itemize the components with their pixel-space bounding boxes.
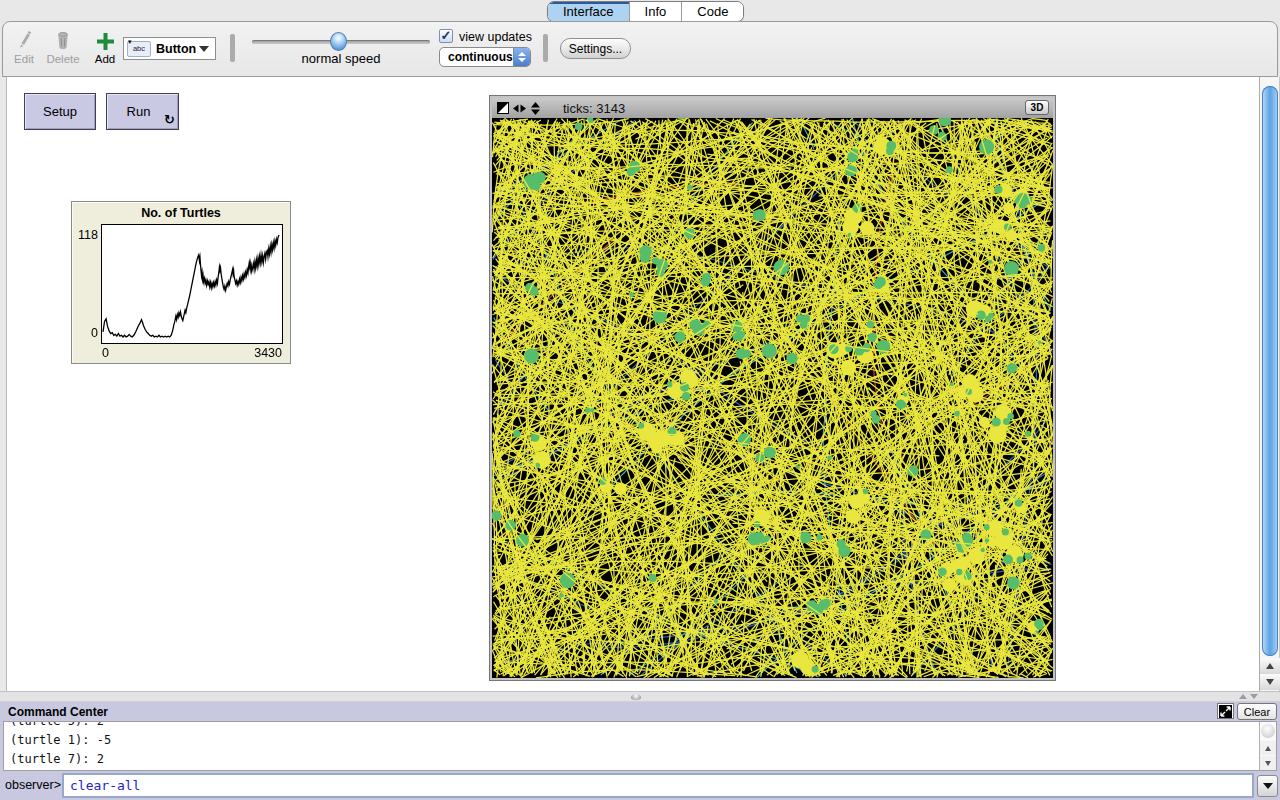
settings-button[interactable]: Settings... [560, 38, 631, 59]
splitter-arrows-icon[interactable] [1239, 694, 1258, 699]
tab-code[interactable]: Code [682, 2, 743, 21]
plus-icon [90, 28, 120, 50]
update-mode-value: continuous [440, 50, 513, 64]
chevron-down-icon [199, 46, 209, 52]
view-updates-checkbox[interactable]: ✓ [439, 29, 453, 43]
trash-icon [44, 28, 82, 50]
plot-widget[interactable]: No. of Turtles 118 0 0 3430 [71, 201, 291, 364]
output-scrollbar[interactable] [1259, 722, 1276, 770]
scroll-up-button[interactable] [1260, 658, 1280, 674]
plot-line-canvas [102, 225, 282, 343]
vertical-scrollbar[interactable] [1259, 77, 1280, 691]
command-output[interactable]: (turtle 5): 2(turtle 1): -5(turtle 7): 2 [3, 721, 1277, 771]
update-mode-dropdown[interactable]: continuous [439, 47, 531, 67]
add-button[interactable]: Add [90, 28, 120, 65]
tab-interface[interactable]: Interface [548, 2, 630, 21]
speed-slider-thumb[interactable] [330, 32, 347, 51]
scroll-down-button[interactable] [1260, 674, 1280, 690]
output-scroll-down[interactable] [1260, 756, 1276, 770]
tab-info[interactable]: Info [630, 2, 683, 21]
horizontal-arrows-icon [513, 103, 526, 114]
setup-button-label: Setup [43, 104, 77, 119]
ticks-counter: ticks: 3143 [563, 101, 625, 116]
command-history-dropdown[interactable] [1257, 775, 1278, 797]
toolbar-separator [543, 34, 548, 62]
vertical-arrows-icon [530, 102, 541, 115]
toolbar: Edit Delete Add ▾abc Button normal speed… [2, 21, 1278, 77]
down-arrow-icon [1266, 679, 1274, 685]
stepper-icon [513, 48, 530, 66]
plot-title: No. of Turtles [72, 206, 290, 220]
world-view[interactable]: ticks: 3143 3D [489, 95, 1056, 681]
delete-button[interactable]: Delete [44, 28, 82, 65]
abc-button-icon: ▾abc [127, 41, 151, 57]
speed-slider-label: normal speed [252, 51, 430, 66]
plot-y-max: 118 [72, 228, 98, 242]
world-canvas[interactable] [492, 118, 1053, 678]
clear-button[interactable]: Clear [1237, 703, 1277, 720]
plot-y-min: 0 [72, 326, 98, 340]
pane-splitter[interactable] [0, 691, 1280, 702]
edit-button[interactable]: Edit [9, 28, 39, 65]
command-input-value: clear-all [64, 778, 140, 793]
up-arrow-icon [1266, 663, 1274, 669]
plot-area [101, 224, 283, 344]
view-updates-label: view updates [459, 30, 532, 44]
history-arrow-icon [1263, 783, 1273, 789]
command-center: Command Center Clear (turtle 5): 2(turtl… [0, 702, 1280, 800]
view-3d-button[interactable]: 3D [1025, 100, 1049, 115]
delete-label: Delete [44, 53, 82, 65]
observer-prompt: observer> [5, 778, 61, 792]
edit-label: Edit [9, 53, 39, 65]
scrollbar-thumb[interactable] [1262, 86, 1278, 656]
plot-x-min: 0 [102, 346, 109, 360]
run-button[interactable]: Run ↻ [106, 93, 179, 130]
command-input[interactable]: clear-all [62, 773, 1254, 798]
world-view-header: ticks: 3143 3D [492, 98, 1053, 118]
command-center-title: Command Center [8, 705, 108, 719]
output-scroll-thumb[interactable] [1261, 724, 1275, 738]
widget-type-dropdown[interactable]: ▾abc Button [123, 37, 216, 60]
output-scroll-up[interactable] [1260, 741, 1276, 755]
splitter-handle-icon[interactable] [631, 694, 641, 700]
widget-type-value: Button [156, 42, 196, 56]
toolbar-separator [230, 34, 235, 62]
setup-button[interactable]: Setup [24, 93, 96, 130]
command-center-expand-button[interactable] [1217, 703, 1234, 719]
pencil-icon [9, 28, 39, 50]
expand-arrows-icon [1219, 705, 1232, 718]
plot-x-max: 3430 [212, 346, 282, 360]
tab-bar: Interface Info Code [547, 1, 744, 22]
view-corner-icon [497, 102, 509, 114]
add-label: Add [90, 53, 120, 65]
run-button-label: Run [127, 104, 151, 119]
forever-icon: ↻ [164, 112, 175, 127]
output-lines: (turtle 5): 2(turtle 1): -5(turtle 7): 2 [10, 721, 111, 769]
